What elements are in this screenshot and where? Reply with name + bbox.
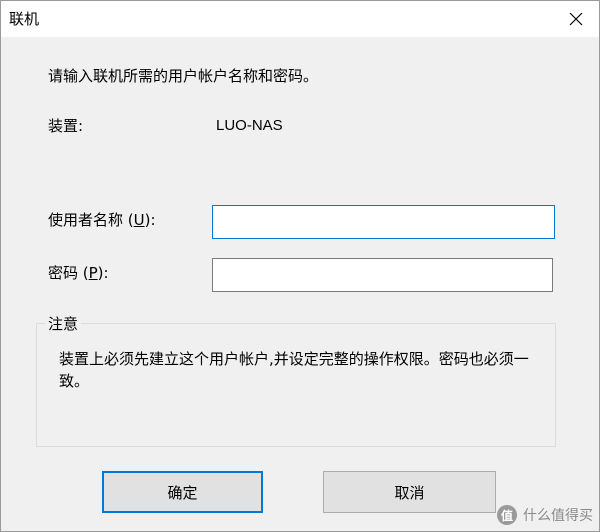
prompt-text: 请输入联机所需的用户帐户名称和密码。	[48, 67, 319, 85]
password-label: 密码 (P):	[48, 263, 109, 283]
window-title: 联机	[9, 10, 40, 28]
username-input[interactable]	[212, 205, 555, 239]
username-label-prefix: 使用者名称 (	[48, 211, 134, 229]
close-button[interactable]	[553, 1, 599, 37]
device-value: LUO-NAS	[216, 117, 283, 134]
password-label-prefix: 密码 (	[48, 264, 89, 282]
password-label-accesskey: P	[88, 264, 98, 282]
ok-button[interactable]: 确定	[102, 471, 263, 513]
watermark: 值 什么值得买	[497, 503, 593, 527]
username-label-accesskey: U	[133, 211, 145, 229]
watermark-logo: 值	[497, 505, 517, 525]
device-label: 装置:	[48, 117, 84, 135]
password-input[interactable]	[212, 258, 553, 292]
password-label-suffix: ):	[97, 264, 109, 282]
notice-text: 装置上必须先建立这个用户帐户,并设定完整的操作权限。密码也必须一致。	[59, 350, 529, 390]
cancel-button[interactable]: 取消	[323, 471, 496, 513]
username-label-suffix: ):	[144, 211, 156, 229]
username-label: 使用者名称 (U):	[48, 210, 156, 230]
login-dialog: 联机 请输入联机所需的用户帐户名称和密码。 装置: LUO-NAS 使用者名称 …	[0, 0, 600, 532]
title-bar: 联机	[1, 1, 599, 37]
watermark-text: 什么值得买	[523, 508, 593, 524]
close-icon	[569, 12, 583, 26]
notice-title: 注意	[45, 314, 82, 334]
